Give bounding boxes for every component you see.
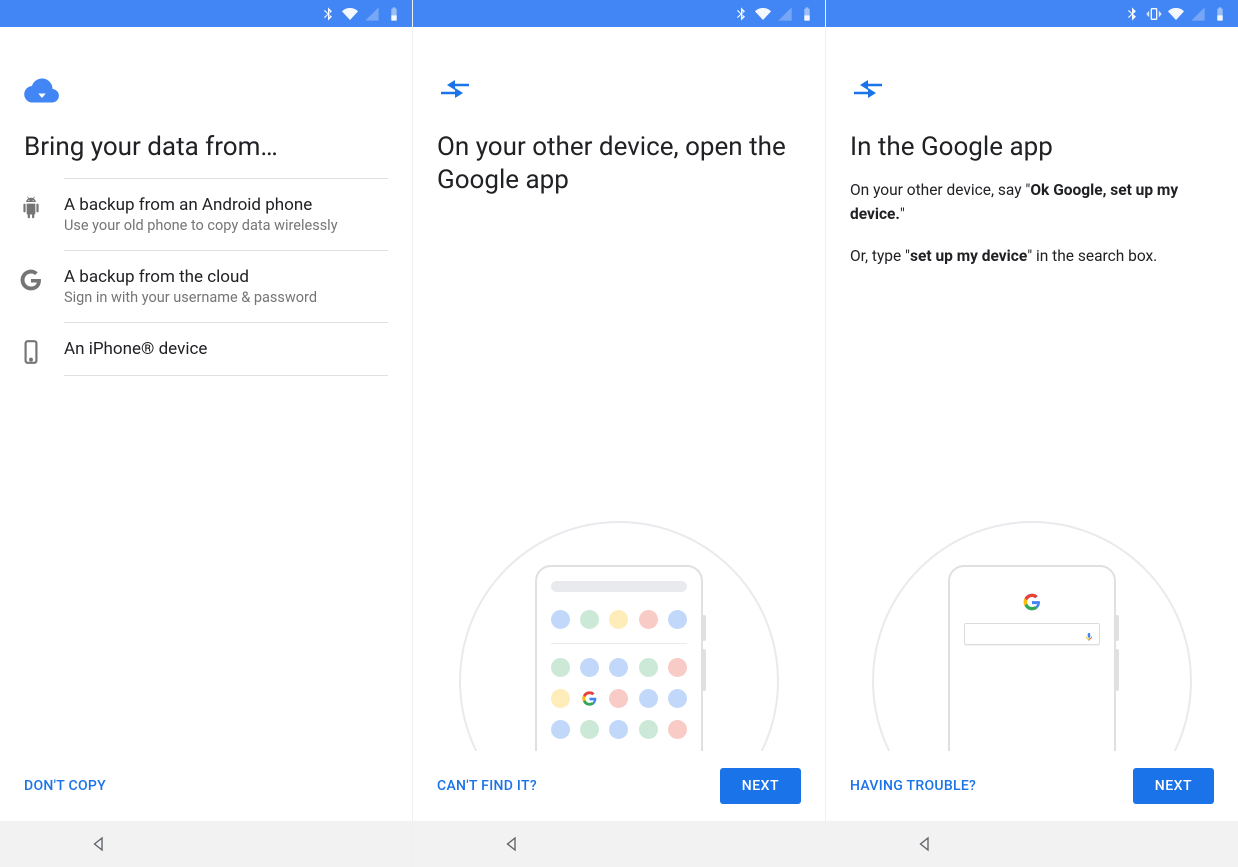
battery-icon bbox=[386, 6, 402, 22]
content-area: In the Google app On your other device, … bbox=[826, 27, 1238, 751]
status-bar bbox=[0, 0, 412, 27]
battery-icon bbox=[1212, 6, 1228, 22]
page-title: On your other device, open the Google ap… bbox=[437, 131, 801, 196]
option-subtitle: Use your old phone to copy data wireless… bbox=[64, 217, 388, 234]
bluetooth-icon bbox=[733, 6, 749, 22]
cant-find-it-button[interactable]: CAN'T FIND IT? bbox=[437, 778, 537, 794]
vibrate-icon bbox=[1146, 6, 1162, 22]
search-box-illustration bbox=[964, 623, 1100, 645]
footer-bar: HAVING TROUBLE? NEXT bbox=[826, 751, 1238, 821]
content-area: On your other device, open the Google ap… bbox=[413, 27, 825, 751]
screen-in-google-app: In the Google app On your other device, … bbox=[826, 0, 1238, 867]
dont-copy-button[interactable]: DON'T COPY bbox=[24, 778, 106, 794]
wifi-icon bbox=[342, 6, 358, 22]
body-type-instruction: Or, type "set up my device" in the searc… bbox=[850, 244, 1214, 268]
back-icon[interactable] bbox=[503, 835, 521, 853]
status-bar bbox=[826, 0, 1238, 27]
page-title: In the Google app bbox=[850, 131, 1214, 164]
option-subtitle: Sign in with your username & password bbox=[64, 289, 388, 306]
bluetooth-icon bbox=[320, 6, 336, 22]
navigation-bar bbox=[826, 821, 1238, 867]
option-title: An iPhone® device bbox=[64, 339, 388, 359]
body-say-instruction: On your other device, say "Ok Google, se… bbox=[850, 178, 1214, 226]
wifi-icon bbox=[1168, 6, 1184, 22]
bluetooth-icon bbox=[1124, 6, 1140, 22]
back-icon[interactable] bbox=[916, 835, 934, 853]
google-logo-icon bbox=[1021, 591, 1043, 613]
transfer-arrows-icon bbox=[437, 77, 473, 107]
transfer-arrows-icon bbox=[850, 77, 886, 107]
navigation-bar bbox=[413, 821, 825, 867]
footer-bar: CAN'T FIND IT? NEXT bbox=[413, 751, 825, 821]
option-title: A backup from the cloud bbox=[64, 267, 388, 287]
navigation-bar bbox=[0, 821, 412, 867]
screen-bring-data: Bring your data from… A backup from an A… bbox=[0, 0, 412, 867]
having-trouble-button[interactable]: HAVING TROUBLE? bbox=[850, 778, 976, 794]
option-cloud-backup[interactable]: A backup from the cloud Sign in with you… bbox=[64, 250, 388, 322]
illustration-search bbox=[872, 521, 1192, 751]
battery-icon bbox=[799, 6, 815, 22]
option-android-backup[interactable]: A backup from an Android phone Use your … bbox=[64, 178, 388, 250]
wifi-icon bbox=[755, 6, 771, 22]
back-icon[interactable] bbox=[90, 835, 108, 853]
option-title: A backup from an Android phone bbox=[64, 195, 388, 215]
status-bar bbox=[413, 0, 825, 27]
illustration-app-grid bbox=[459, 521, 779, 751]
signal-icon bbox=[777, 6, 793, 22]
signal-icon bbox=[364, 6, 380, 22]
option-iphone[interactable]: An iPhone® device bbox=[64, 322, 388, 376]
google-logo-icon bbox=[580, 689, 599, 708]
next-button[interactable]: NEXT bbox=[1133, 768, 1214, 804]
content-area: Bring your data from… A backup from an A… bbox=[0, 27, 412, 751]
cloud-download-icon bbox=[24, 77, 60, 107]
android-icon bbox=[18, 195, 44, 221]
next-button[interactable]: NEXT bbox=[720, 768, 801, 804]
page-title: Bring your data from… bbox=[24, 131, 388, 164]
google-icon bbox=[18, 267, 44, 293]
screen-open-google-app: On your other device, open the Google ap… bbox=[413, 0, 825, 867]
mic-icon bbox=[1084, 627, 1094, 641]
phone-icon bbox=[18, 339, 44, 365]
options-list: A backup from an Android phone Use your … bbox=[64, 178, 388, 376]
footer-bar: DON'T COPY bbox=[0, 751, 412, 821]
signal-icon bbox=[1190, 6, 1206, 22]
